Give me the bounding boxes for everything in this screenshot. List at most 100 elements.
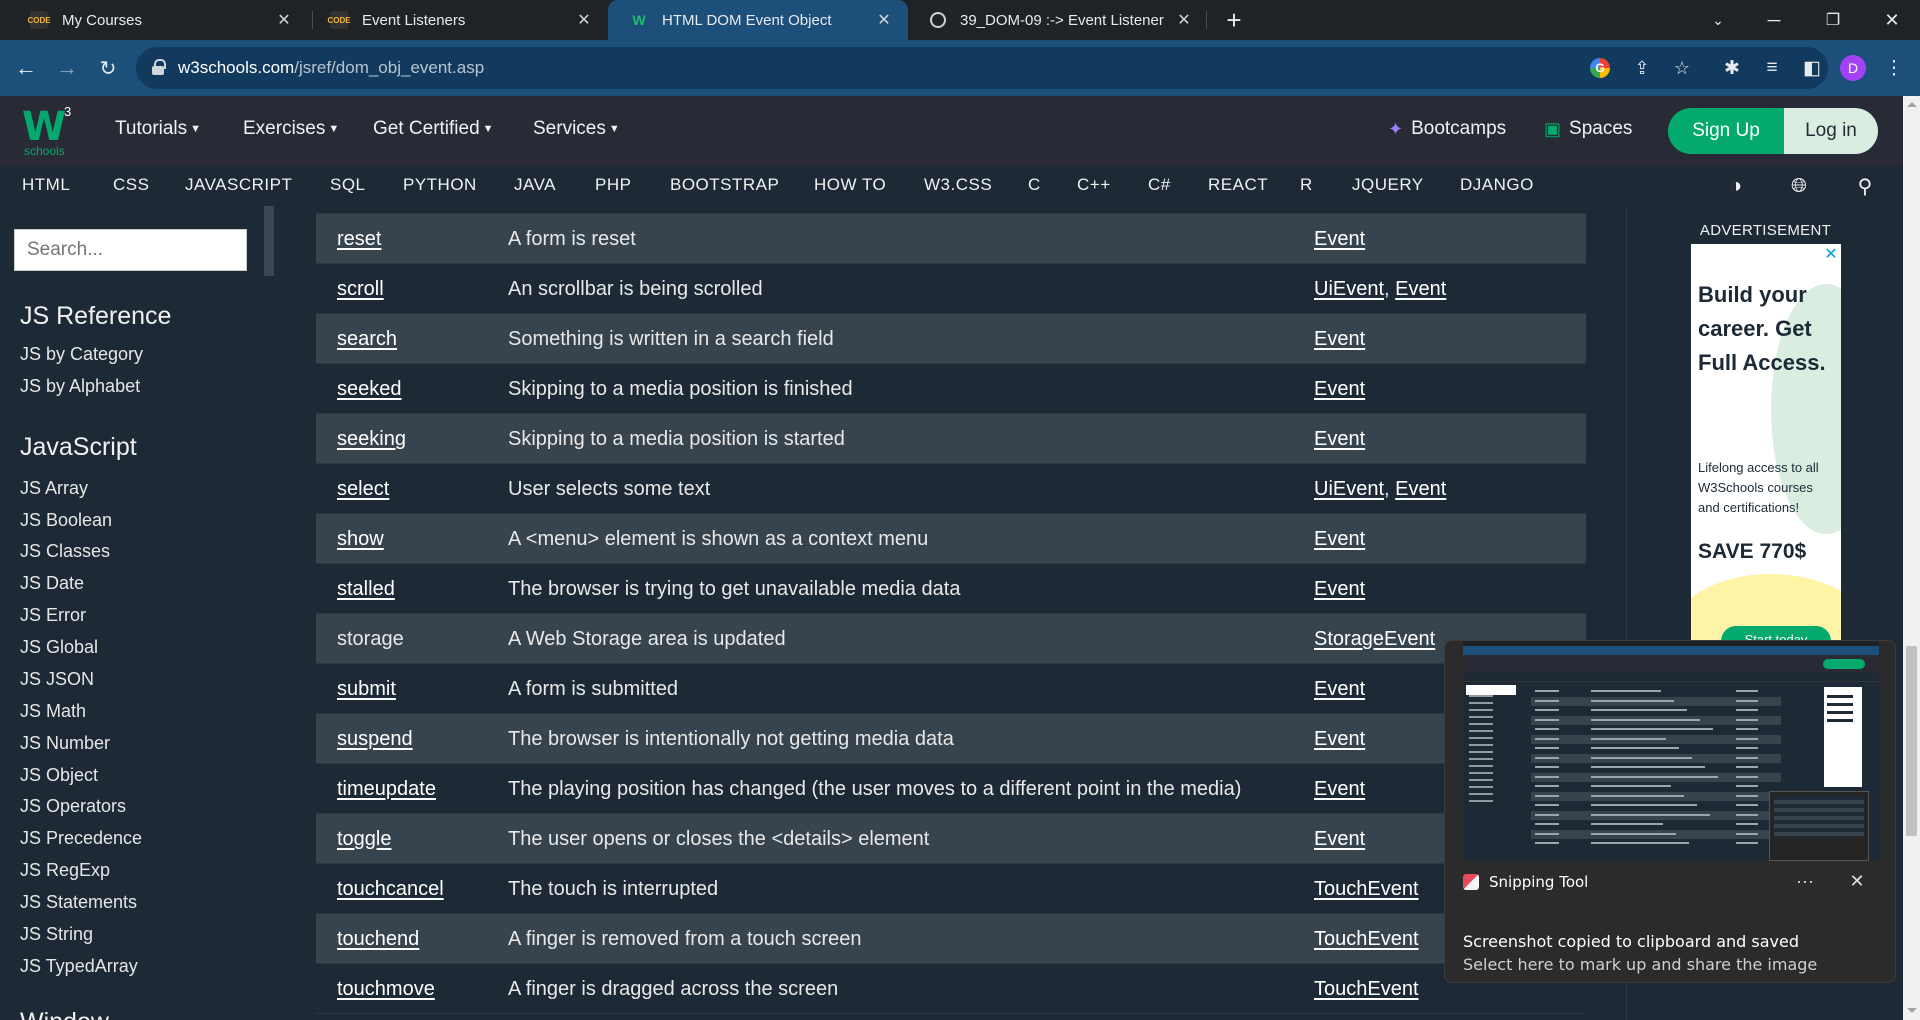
event-type-link[interactable]: TouchEvent xyxy=(1314,878,1419,900)
event-type-link[interactable]: TouchEvent xyxy=(1314,978,1419,1000)
bootcamps-link[interactable]: ✦ Bootcamps xyxy=(1388,118,1506,140)
search-input[interactable] xyxy=(14,229,247,271)
sidebar-item-js-json[interactable]: JS JSON xyxy=(20,669,94,690)
event-name-link[interactable]: touchend xyxy=(337,928,419,950)
nav-php[interactable]: PHP xyxy=(595,175,631,195)
event-type-link[interactable]: Event xyxy=(1395,278,1446,300)
sidebar-item-js-object[interactable]: JS Object xyxy=(20,765,98,786)
event-type-link[interactable]: Event xyxy=(1314,678,1365,700)
more-options-icon[interactable]: ··· xyxy=(1791,869,1819,893)
sidebar-item-js-precedence[interactable]: JS Precedence xyxy=(20,828,142,849)
event-type-link[interactable]: Event xyxy=(1314,778,1365,800)
close-icon[interactable]: ✕ xyxy=(874,10,894,30)
tab-event-listeners[interactable]: CODE Event Listeners ✕ xyxy=(308,0,608,40)
nav-java[interactable]: JAVA xyxy=(514,175,556,195)
menu-exercises[interactable]: Exercises ▼ xyxy=(243,118,339,140)
back-arrow-icon[interactable]: ← xyxy=(10,52,42,84)
nav-python[interactable]: PYTHON xyxy=(403,175,477,195)
event-type-link[interactable]: TouchEvent xyxy=(1314,928,1419,950)
forward-arrow-icon[interactable]: → xyxy=(51,52,83,84)
nav-cpp[interactable]: C++ xyxy=(1077,175,1111,195)
event-name-link[interactable]: reset xyxy=(337,228,381,250)
close-icon[interactable]: ✕ xyxy=(1843,869,1871,893)
event-name-link[interactable]: timeupdate xyxy=(337,778,436,800)
snipping-tool-notification[interactable]: Snipping Tool ··· ✕ Screenshot copied to… xyxy=(1444,640,1896,983)
event-name-link[interactable]: show xyxy=(337,528,384,550)
sidebar-item-js-classes[interactable]: JS Classes xyxy=(20,541,110,562)
w3schools-logo[interactable]: W 3 schools xyxy=(22,104,76,158)
restore-icon[interactable]: ❐ xyxy=(1805,0,1861,40)
profile-avatar[interactable]: D xyxy=(1840,55,1866,81)
sidebar-item-js-error[interactable]: JS Error xyxy=(20,605,86,626)
reload-icon[interactable]: ↻ xyxy=(92,52,124,84)
sidebar-item-js-number[interactable]: JS Number xyxy=(20,733,110,754)
event-name-link[interactable]: suspend xyxy=(337,728,413,750)
scroll-up-arrow-icon[interactable] xyxy=(1907,102,1917,107)
event-name-link[interactable]: seeked xyxy=(337,378,402,400)
media-queue-icon[interactable]: ≡ xyxy=(1756,52,1788,84)
event-name-link[interactable]: toggle xyxy=(337,828,392,850)
sidebar-item-js-array[interactable]: JS Array xyxy=(20,478,88,499)
event-type-link[interactable]: Event xyxy=(1314,228,1365,250)
event-name-link[interactable]: scroll xyxy=(337,278,384,300)
nav-django[interactable]: DJANGO xyxy=(1460,175,1534,195)
event-type-link[interactable]: Event xyxy=(1314,828,1365,850)
nav-how-to[interactable]: HOW TO xyxy=(814,175,886,195)
page-scrollbar[interactable] xyxy=(1903,96,1920,1020)
minimize-icon[interactable]: ─ xyxy=(1746,0,1802,40)
new-tab-button[interactable]: + xyxy=(1218,4,1250,36)
close-window-icon[interactable]: ✕ xyxy=(1864,0,1920,40)
nav-r[interactable]: R xyxy=(1300,175,1313,195)
sidebar-item-js-global[interactable]: JS Global xyxy=(20,637,98,658)
event-name-link[interactable]: stalled xyxy=(337,578,395,600)
sidebar-item-js-typedarray[interactable]: JS TypedArray xyxy=(20,956,138,977)
nav-html[interactable]: HTML xyxy=(22,175,70,195)
share-icon[interactable]: ⇪ xyxy=(1630,56,1654,80)
nav-sql[interactable]: SQL xyxy=(330,175,366,195)
event-type-link[interactable]: UiEvent xyxy=(1314,278,1384,300)
sidebar-item-js-boolean[interactable]: JS Boolean xyxy=(20,510,112,531)
address-bar[interactable]: w3schools.com/jsref/dom_obj_event.asp G … xyxy=(136,47,1828,89)
spaces-link[interactable]: ▣ Spaces xyxy=(1544,118,1632,140)
sidebar-item-js-math[interactable]: JS Math xyxy=(20,701,86,722)
close-icon[interactable]: ✕ xyxy=(274,10,294,30)
advertisement-banner[interactable]: Build your career. Get Full Access. Life… xyxy=(1691,244,1841,644)
sidebar-item-js-regexp[interactable]: JS RegExp xyxy=(20,860,110,881)
kebab-menu-icon[interactable]: ⋮ xyxy=(1878,52,1910,84)
sidebar-item-js-by-alphabet[interactable]: JS by Alphabet xyxy=(20,376,140,397)
nav-jquery[interactable]: JQUERY xyxy=(1352,175,1424,195)
google-lens-icon[interactable]: G xyxy=(1590,58,1610,78)
event-name-link[interactable]: select xyxy=(337,478,389,500)
contrast-toggle-icon[interactable]: ◑ xyxy=(1724,174,1748,198)
sidebar-item-js-string[interactable]: JS String xyxy=(20,924,93,945)
sign-up-button[interactable]: Sign Up xyxy=(1668,108,1784,154)
nav-w3css[interactable]: W3.CSS xyxy=(924,175,992,195)
event-type-link[interactable]: Event xyxy=(1314,328,1365,350)
log-in-button[interactable]: Log in xyxy=(1784,108,1878,154)
url-text[interactable]: w3schools.com/jsref/dom_obj_event.asp xyxy=(178,58,484,78)
screenshot-thumbnail[interactable] xyxy=(1463,641,1879,861)
event-name-link[interactable]: seeking xyxy=(337,428,406,450)
nav-css[interactable]: CSS xyxy=(113,175,149,195)
nav-csharp[interactable]: C# xyxy=(1148,175,1171,195)
scrollbar-thumb[interactable] xyxy=(1906,646,1917,836)
sidebar-item-js-operators[interactable]: JS Operators xyxy=(20,796,126,817)
event-name-link[interactable]: touchcancel xyxy=(337,878,444,900)
event-type-link[interactable]: Event xyxy=(1395,478,1446,500)
side-panel-icon[interactable]: ◧ xyxy=(1796,52,1828,84)
nav-javascript[interactable]: JAVASCRIPT xyxy=(185,175,292,195)
tab-dom-event-listener[interactable]: 39_DOM-09 :-> Event Listener ✕ xyxy=(908,0,1208,40)
event-name-link[interactable]: touchmove xyxy=(337,978,435,1000)
event-type-link[interactable]: Event xyxy=(1314,378,1365,400)
sidebar-item-js-statements[interactable]: JS Statements xyxy=(20,892,137,913)
search-icon[interactable]: ⚲ xyxy=(1853,174,1877,198)
event-type-link[interactable]: UiEvent xyxy=(1314,478,1384,500)
tab-search-chevron-icon[interactable]: ⌄ xyxy=(1690,0,1746,40)
tab-html-dom-event-object[interactable]: W HTML DOM Event Object ✕ xyxy=(608,0,908,40)
sidebar-item-js-date[interactable]: JS Date xyxy=(20,573,84,594)
event-type-link[interactable]: Event xyxy=(1314,528,1365,550)
nav-react[interactable]: REACT xyxy=(1208,175,1268,195)
extensions-puzzle-icon[interactable]: ✱ xyxy=(1716,52,1748,84)
event-type-link[interactable]: Event xyxy=(1314,428,1365,450)
event-type-link[interactable]: StorageEvent xyxy=(1314,628,1435,650)
